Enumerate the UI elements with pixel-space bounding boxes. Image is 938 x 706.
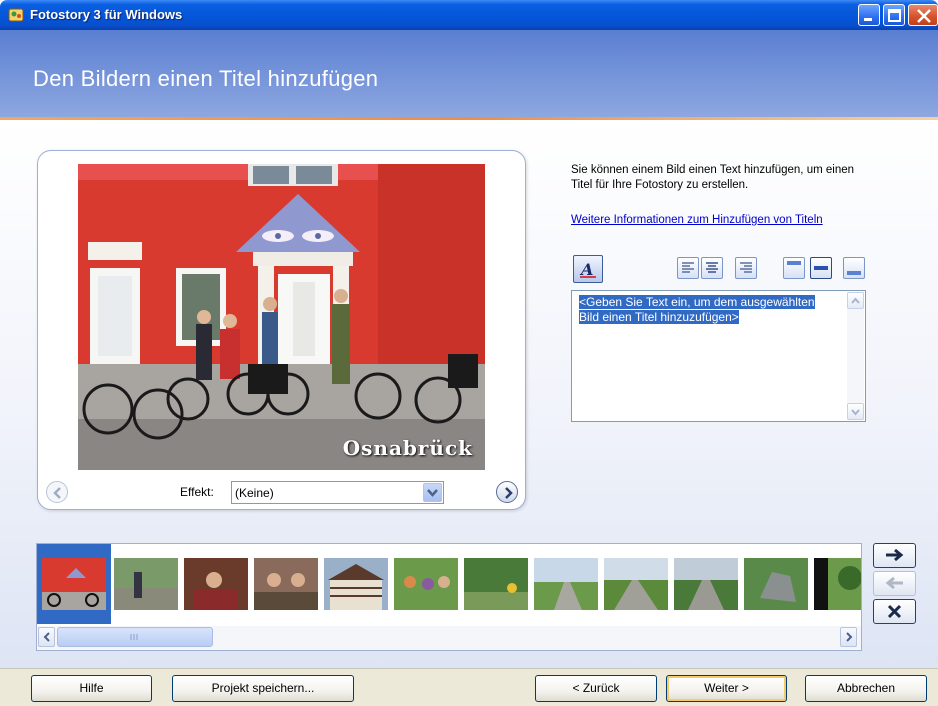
align-middle-icon (814, 266, 828, 270)
align-top-button[interactable] (783, 257, 805, 279)
photo-caption: Osnabrück (342, 436, 473, 460)
wizard-header: Den Bildern einen Titel hinzufügen (0, 30, 938, 117)
title-bar: Fotostory 3 für Windows (0, 0, 938, 30)
scroll-up-button[interactable] (847, 292, 864, 309)
thumbnail-2[interactable] (114, 558, 178, 610)
delete-icon (887, 604, 902, 619)
align-bottom-icon (847, 271, 861, 275)
title-text-content: <Geben Sie Text ein, um dem ausgewählten… (579, 295, 829, 325)
title-text-input[interactable]: <Geben Sie Text ein, um dem ausgewählten… (571, 290, 866, 422)
align-bottom-button[interactable] (843, 257, 865, 279)
effect-label: Effekt: (180, 485, 214, 499)
thumbnail-9[interactable] (604, 558, 668, 610)
back-button[interactable]: < Zurück (535, 675, 657, 702)
move-left-button[interactable] (873, 571, 916, 596)
thumbnail-5[interactable] (324, 558, 388, 610)
cancel-button[interactable]: Abbrechen (805, 675, 927, 702)
minimize-button[interactable] (858, 4, 880, 26)
thumbnail-selected[interactable] (37, 544, 111, 624)
close-button[interactable] (908, 4, 938, 26)
vertical-scrollbar[interactable] (847, 292, 864, 420)
align-right-icon (740, 262, 752, 273)
close-icon (917, 9, 931, 23)
grip-icon (130, 634, 138, 640)
align-right-button[interactable] (735, 257, 757, 279)
scroll-left-button[interactable] (38, 627, 55, 647)
thumbnail-6[interactable] (394, 558, 458, 610)
info-text: Sie können einem Bild einen Text hinzufü… (571, 164, 855, 191)
maximize-icon (888, 9, 901, 22)
thumbnail-strip (37, 544, 861, 624)
align-center-icon (706, 262, 718, 273)
next-button[interactable]: Weiter > (666, 675, 787, 702)
align-top-icon (787, 261, 801, 265)
scroll-down-button[interactable] (847, 403, 864, 420)
page-title: Den Bildern einen Titel hinzufügen (33, 66, 379, 91)
dropdown-button[interactable] (423, 483, 442, 502)
thumbnail-11[interactable] (744, 558, 808, 610)
align-left-icon (682, 262, 694, 273)
effect-value: (Keine) (235, 486, 274, 500)
effect-dropdown[interactable]: (Keine) (231, 481, 444, 504)
move-left-icon (885, 576, 903, 590)
next-image-button[interactable] (496, 481, 518, 503)
maximize-button[interactable] (883, 4, 905, 26)
arrow-left-icon (53, 487, 61, 499)
move-right-icon (886, 548, 904, 562)
font-icon: A (579, 260, 596, 279)
thumbnail-12[interactable] (814, 558, 861, 610)
thumbnail-7[interactable] (464, 558, 528, 610)
thumbnail-10[interactable] (674, 558, 738, 610)
save-project-button[interactable]: Projekt speichern... (172, 675, 354, 702)
chevron-left-icon (43, 632, 50, 642)
previous-image-button[interactable] (46, 481, 68, 503)
chevron-up-icon (851, 297, 860, 304)
arrow-right-icon (505, 487, 513, 499)
thumbnail-8[interactable] (534, 558, 598, 610)
chevron-down-icon (427, 489, 438, 497)
font-button[interactable]: A (573, 255, 603, 283)
move-right-button[interactable] (873, 543, 916, 568)
delete-button[interactable] (873, 599, 916, 624)
align-left-button[interactable] (677, 257, 699, 279)
align-middle-button[interactable] (810, 257, 832, 279)
preview-image: Osnabrück (78, 164, 485, 470)
chevron-right-icon (846, 632, 853, 642)
scroll-right-button[interactable] (840, 627, 857, 647)
thumbnail-1 (42, 558, 106, 610)
window-title: Fotostory 3 für Windows (30, 7, 183, 22)
more-info-link[interactable]: Weitere Informationen zum Hinzufügen von… (571, 213, 861, 228)
help-button[interactable]: Hilfe (31, 675, 152, 702)
app-icon (8, 8, 24, 22)
thumbnail-4[interactable] (254, 558, 318, 610)
minimize-icon (864, 18, 872, 21)
title-placeholder: <Geben Sie Text ein, um dem ausgewählten… (579, 295, 815, 324)
thumbnail-3[interactable] (184, 558, 248, 610)
align-center-button[interactable] (701, 257, 723, 279)
photo-scene (78, 164, 485, 470)
chevron-down-icon (851, 409, 860, 416)
scrollbar-thumb[interactable] (57, 627, 213, 647)
horizontal-scrollbar[interactable] (37, 626, 861, 650)
